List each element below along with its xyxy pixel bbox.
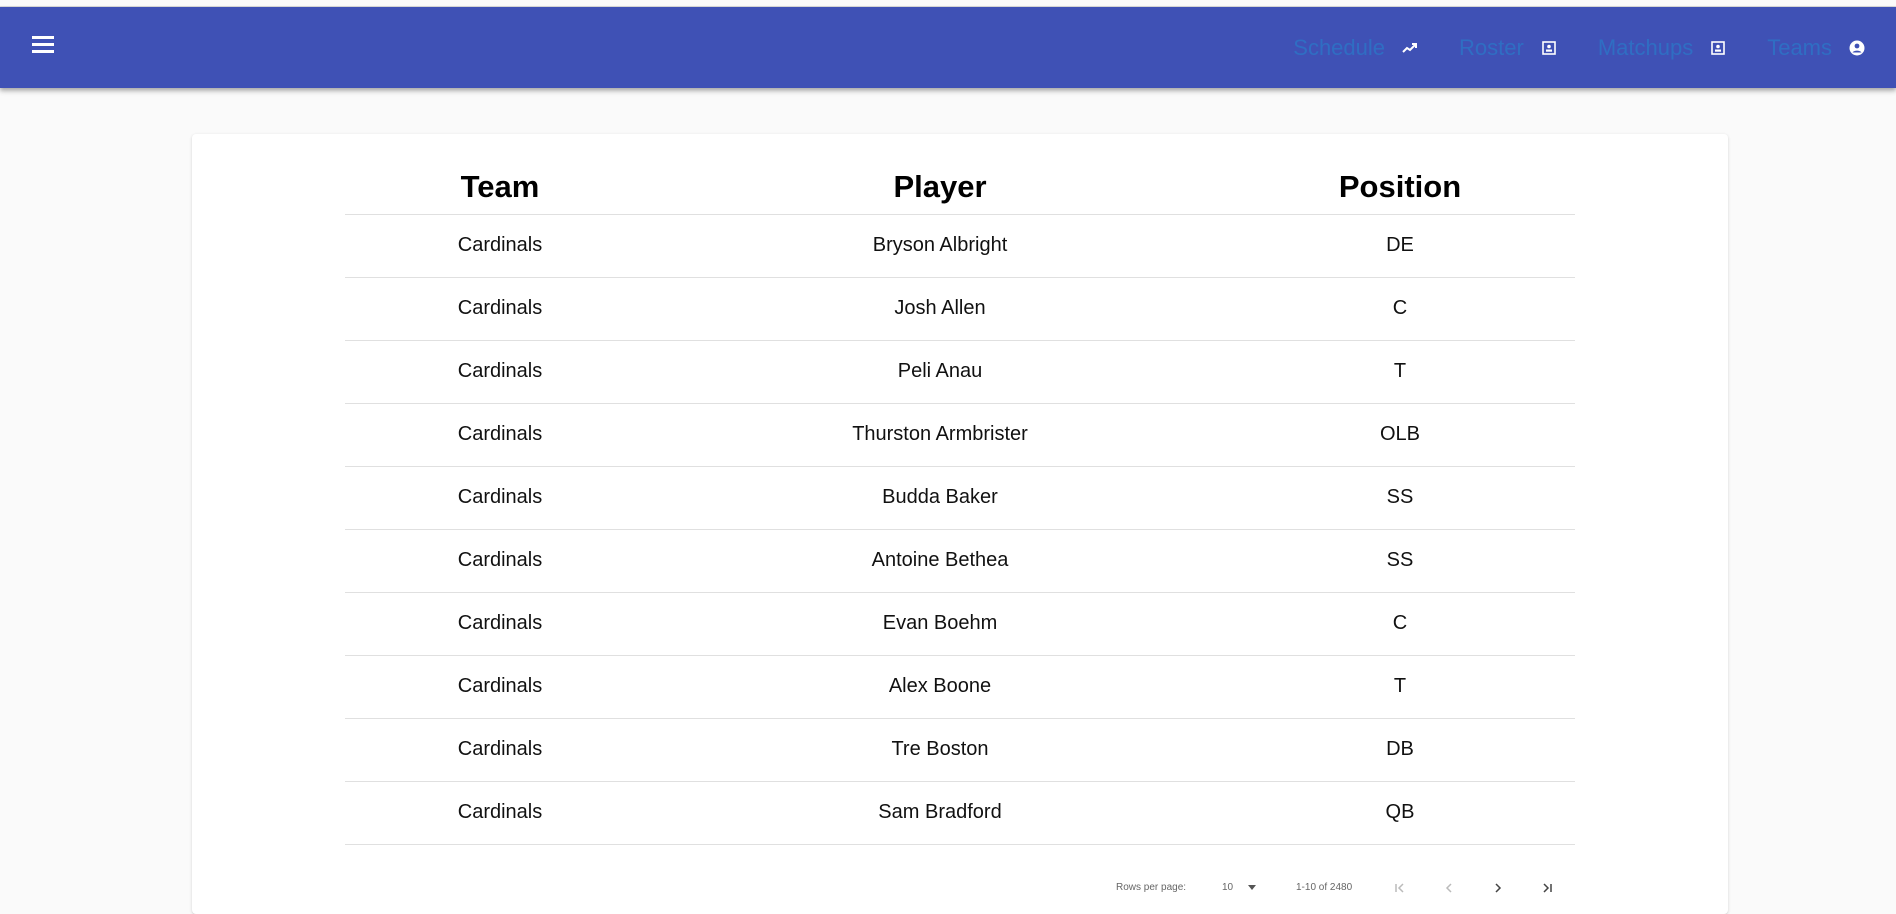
table-row[interactable]: Cardinals Sam Bradford QB — [345, 781, 1575, 845]
menu-icon[interactable] — [28, 36, 58, 58]
last-page-button[interactable] — [1535, 877, 1559, 899]
column-header-team[interactable]: Team — [345, 164, 655, 215]
cell-player: Peli Anau — [655, 340, 1225, 404]
table-row[interactable]: Cardinals Thurston Armbrister OLB — [345, 403, 1575, 467]
cell-team: Cardinals — [345, 592, 655, 656]
column-header-player[interactable]: Player — [655, 164, 1225, 215]
table-row[interactable]: Cardinals Tre Boston DB — [345, 718, 1575, 782]
cell-position: OLB — [1225, 403, 1575, 467]
cell-team: Cardinals — [345, 529, 655, 593]
nav-schedule[interactable]: Schedule — [1293, 35, 1419, 61]
cell-team: Cardinals — [345, 781, 655, 845]
cell-player: Evan Boehm — [655, 592, 1225, 656]
top-nav: Schedule Roster Matchups Teams — [1253, 7, 1866, 88]
caret-down-icon — [1248, 885, 1256, 890]
table-row[interactable]: Cardinals Evan Boehm C — [345, 592, 1575, 656]
cell-team: Cardinals — [345, 466, 655, 530]
nav-schedule-label: Schedule — [1293, 34, 1386, 60]
cell-position: SS — [1225, 466, 1575, 530]
table-pagination: Rows per page: 10 1-10 of 2480 — [192, 870, 1728, 900]
cell-player: Bryson Albright — [655, 214, 1225, 278]
cell-position: C — [1225, 277, 1575, 341]
roster-card: Team Player Position Cardinals Bryson Alb… — [192, 134, 1728, 914]
table-row[interactable]: Cardinals Alex Boone T — [345, 655, 1575, 719]
table-row[interactable]: Cardinals Budda Baker SS — [345, 466, 1575, 530]
app-bar: Schedule Roster Matchups Teams — [0, 7, 1896, 88]
next-page-button[interactable] — [1486, 877, 1510, 899]
cell-player: Josh Allen — [655, 277, 1225, 341]
cell-position: T — [1225, 655, 1575, 719]
rows-per-page-label: Rows per page: — [1116, 882, 1187, 893]
account-circle-icon — [1848, 39, 1866, 57]
cell-team: Cardinals — [345, 340, 655, 404]
cell-position: C — [1225, 592, 1575, 656]
cell-team: Cardinals — [345, 277, 655, 341]
contact-card-icon — [1540, 39, 1558, 57]
contact-card-icon — [1709, 39, 1727, 57]
first-page-icon — [1395, 883, 1404, 893]
cell-player: Alex Boone — [655, 655, 1225, 719]
nav-teams-label: Teams — [1767, 34, 1832, 60]
page-range-text: 1-10 of 2480 — [1296, 882, 1353, 893]
last-page-icon — [1543, 883, 1552, 893]
first-page-button[interactable] — [1388, 877, 1412, 899]
nav-matchups[interactable]: Matchups — [1598, 35, 1727, 61]
chevron-right-icon — [1495, 883, 1502, 893]
cell-team: Cardinals — [345, 214, 655, 278]
cell-position: SS — [1225, 529, 1575, 593]
cell-team: Cardinals — [345, 718, 655, 782]
rows-per-page-value: 10 — [1222, 882, 1234, 893]
cell-position: DE — [1225, 214, 1575, 278]
window-top-edge — [0, 0, 1896, 7]
cell-position: QB — [1225, 781, 1575, 845]
chevron-left-icon — [1445, 883, 1452, 893]
cell-position: T — [1225, 340, 1575, 404]
table-row[interactable]: Cardinals Josh Allen C — [345, 277, 1575, 341]
cell-team: Cardinals — [345, 655, 655, 719]
table-row[interactable]: Cardinals Peli Anau T — [345, 340, 1575, 404]
nav-roster[interactable]: Roster — [1459, 35, 1558, 61]
table-row[interactable]: Cardinals Antoine Bethea SS — [345, 529, 1575, 593]
cell-team: Cardinals — [345, 403, 655, 467]
cell-position: DB — [1225, 718, 1575, 782]
cell-player: Sam Bradford — [655, 781, 1225, 845]
cell-player: Budda Baker — [655, 466, 1225, 530]
nav-teams[interactable]: Teams — [1767, 35, 1866, 61]
table-row[interactable]: Cardinals Bryson Albright DE — [345, 214, 1575, 278]
cell-player: Tre Boston — [655, 718, 1225, 782]
nav-roster-label: Roster — [1459, 34, 1524, 60]
trending-up-icon — [1401, 39, 1419, 57]
table-header-row: Team Player Position — [345, 164, 1575, 215]
cell-player: Antoine Bethea — [655, 529, 1225, 593]
nav-matchups-label: Matchups — [1597, 34, 1694, 60]
roster-table: Team Player Position Cardinals Bryson Alb… — [345, 164, 1575, 845]
cell-player: Thurston Armbrister — [655, 403, 1225, 467]
previous-page-button[interactable] — [1437, 877, 1461, 899]
column-header-position[interactable]: Position — [1225, 164, 1575, 215]
